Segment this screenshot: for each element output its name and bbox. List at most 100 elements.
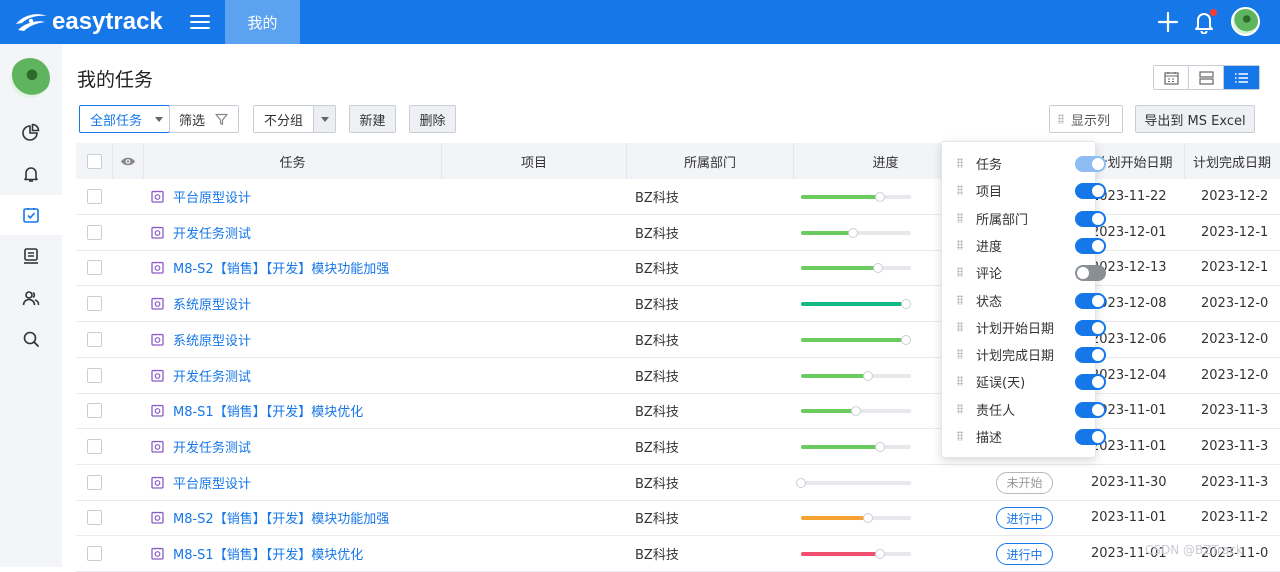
task-link[interactable]: 开发任务测试 <box>173 366 251 385</box>
progress-handle[interactable] <box>796 477 806 488</box>
row-checkbox[interactable] <box>87 367 102 383</box>
progress-handle[interactable] <box>847 227 858 238</box>
drag-handle-icon[interactable] <box>957 431 963 441</box>
row-checkbox[interactable] <box>87 224 102 240</box>
task-link[interactable]: 平台原型设计 <box>173 187 251 206</box>
column-toggle-item[interactable]: 计划完成日期 <box>942 341 1106 368</box>
top-tab-mine[interactable]: 我的 <box>225 0 300 44</box>
column-toggle-switch[interactable] <box>1075 265 1106 282</box>
drag-handle-icon[interactable] <box>957 185 963 196</box>
list-view-button[interactable] <box>1224 66 1259 89</box>
progress-bar <box>801 549 911 559</box>
column-toggle-item[interactable]: 延误(天) <box>942 368 1106 395</box>
group-by-select[interactable]: 不分组 <box>253 105 336 133</box>
column-toggle-item[interactable]: 任务 <box>942 150 1106 177</box>
sidebar-item-projects[interactable] <box>0 236 62 276</box>
start-date-cell: 2023-11-30 <box>1091 474 1167 490</box>
column-toggle-item[interactable]: 责任人 <box>942 396 1106 423</box>
column-header-end-date[interactable]: 计划完成日期 <box>1185 143 1280 179</box>
sidebar-item-notifications[interactable] <box>0 154 62 194</box>
column-toggle-label: 计划开始日期 <box>976 321 1055 337</box>
column-toggle-switch[interactable] <box>1075 237 1106 254</box>
new-task-button[interactable]: 新建 <box>349 105 396 133</box>
progress-handle[interactable] <box>900 299 911 310</box>
hamburger-menu-icon[interactable] <box>190 12 210 32</box>
row-checkbox[interactable] <box>87 296 102 312</box>
column-toggle-item[interactable]: 计划开始日期 <box>942 314 1106 341</box>
row-checkbox[interactable] <box>87 474 102 490</box>
progress-handle[interactable] <box>863 370 874 381</box>
progress-handle[interactable] <box>875 549 886 559</box>
task-link[interactable]: M8-S2【销售】【开发】模块功能加强 <box>173 258 389 277</box>
column-header-department[interactable]: 所属部门 <box>627 143 794 179</box>
column-toggle-switch[interactable] <box>1075 292 1106 309</box>
show-columns-button[interactable]: 显示列 <box>1049 105 1123 133</box>
column-toggle-switch[interactable] <box>1075 319 1106 336</box>
department-cell: BZ科技 <box>635 333 679 349</box>
row-select-cell <box>87 322 107 357</box>
progress-handle[interactable] <box>851 406 861 417</box>
column-toggle-switch[interactable] <box>1075 183 1106 200</box>
drag-handle-icon[interactable] <box>957 158 963 168</box>
column-toggle-item[interactable]: 进度 <box>942 232 1106 259</box>
calendar-view-button[interactable] <box>1154 66 1189 89</box>
select-all-checkbox[interactable] <box>86 153 102 169</box>
row-checkbox[interactable] <box>87 260 102 276</box>
column-header-project[interactable]: 项目 <box>442 143 627 179</box>
column-toggle-switch[interactable] <box>1075 429 1106 445</box>
column-header-task[interactable]: 任务 <box>144 143 442 179</box>
sidebar-item-dashboard[interactable] <box>0 112 62 152</box>
row-checkbox[interactable] <box>87 189 102 204</box>
row-checkbox[interactable] <box>87 546 102 561</box>
task-link[interactable]: 系统原型设计 <box>173 330 251 349</box>
user-avatar[interactable] <box>1231 7 1260 36</box>
progress-handle[interactable] <box>863 513 874 524</box>
plus-icon[interactable] <box>1157 11 1179 33</box>
row-checkbox[interactable] <box>87 403 102 419</box>
progress-handle[interactable] <box>873 263 883 274</box>
delete-button[interactable]: 删除 <box>409 105 456 133</box>
row-checkbox[interactable] <box>87 438 102 454</box>
task-link[interactable]: 开发任务测试 <box>173 437 251 456</box>
column-toggle-switch[interactable] <box>1075 401 1106 418</box>
drag-handle-icon[interactable] <box>957 212 963 223</box>
sidebar-item-my-tasks[interactable] <box>0 195 62 235</box>
drag-handle-icon[interactable] <box>957 267 963 278</box>
column-toggle-switch[interactable] <box>1075 374 1106 391</box>
app-logo[interactable]: easytrack <box>14 6 163 38</box>
sidebar-item-search[interactable] <box>0 319 62 359</box>
task-scope-select[interactable]: 全部任务 <box>79 105 170 133</box>
column-toggle-item[interactable]: 状态 <box>942 287 1106 314</box>
drag-handle-icon[interactable] <box>957 376 963 387</box>
column-toggle-item[interactable]: 评论 <box>942 259 1106 286</box>
board-view-button[interactable] <box>1189 66 1224 89</box>
column-toggle-item[interactable]: 描述 <box>942 423 1106 450</box>
sidebar-item-team[interactable] <box>0 278 62 318</box>
task-link[interactable]: M8-S1【销售】【开发】模块优化 <box>173 544 363 563</box>
drag-handle-icon[interactable] <box>957 294 963 305</box>
task-link[interactable]: 系统原型设计 <box>173 294 251 313</box>
table-row[interactable]: 平台原型设计 BZ科技 未开始 2023-11-30 2023-11-3 <box>76 465 1280 501</box>
task-link[interactable]: M8-S2【销售】【开发】模块功能加强 <box>173 508 389 527</box>
task-link[interactable]: M8-S1【销售】【开发】模块优化 <box>173 401 363 420</box>
drag-handle-icon[interactable] <box>957 321 963 332</box>
column-toggle-item[interactable]: 所属部门 <box>942 205 1106 232</box>
drag-handle-icon[interactable] <box>957 403 963 414</box>
row-checkbox[interactable] <box>87 510 102 526</box>
column-toggle-switch[interactable] <box>1075 210 1106 227</box>
filter-button[interactable]: 筛选 <box>169 105 239 133</box>
progress-handle[interactable] <box>875 441 886 452</box>
row-checkbox[interactable] <box>87 331 102 347</box>
column-toggle-item[interactable]: 项目 <box>942 177 1106 204</box>
task-link[interactable]: 开发任务测试 <box>173 223 251 242</box>
column-toggle-switch[interactable] <box>1075 347 1106 364</box>
task-link[interactable]: 平台原型设计 <box>173 473 251 492</box>
drag-handle-icon[interactable] <box>957 239 963 250</box>
column-toggle-switch[interactable] <box>1075 156 1106 172</box>
export-excel-button[interactable]: 导出到 MS Excel <box>1135 105 1255 133</box>
table-row[interactable]: M8-S2【销售】【开发】模块功能加强 BZ科技 进行中 2023-11-01 … <box>76 500 1280 537</box>
progress-handle[interactable] <box>875 192 886 202</box>
drag-handle-icon[interactable] <box>957 349 963 360</box>
sidebar-avatar[interactable] <box>10 58 50 98</box>
progress-handle[interactable] <box>900 334 911 345</box>
